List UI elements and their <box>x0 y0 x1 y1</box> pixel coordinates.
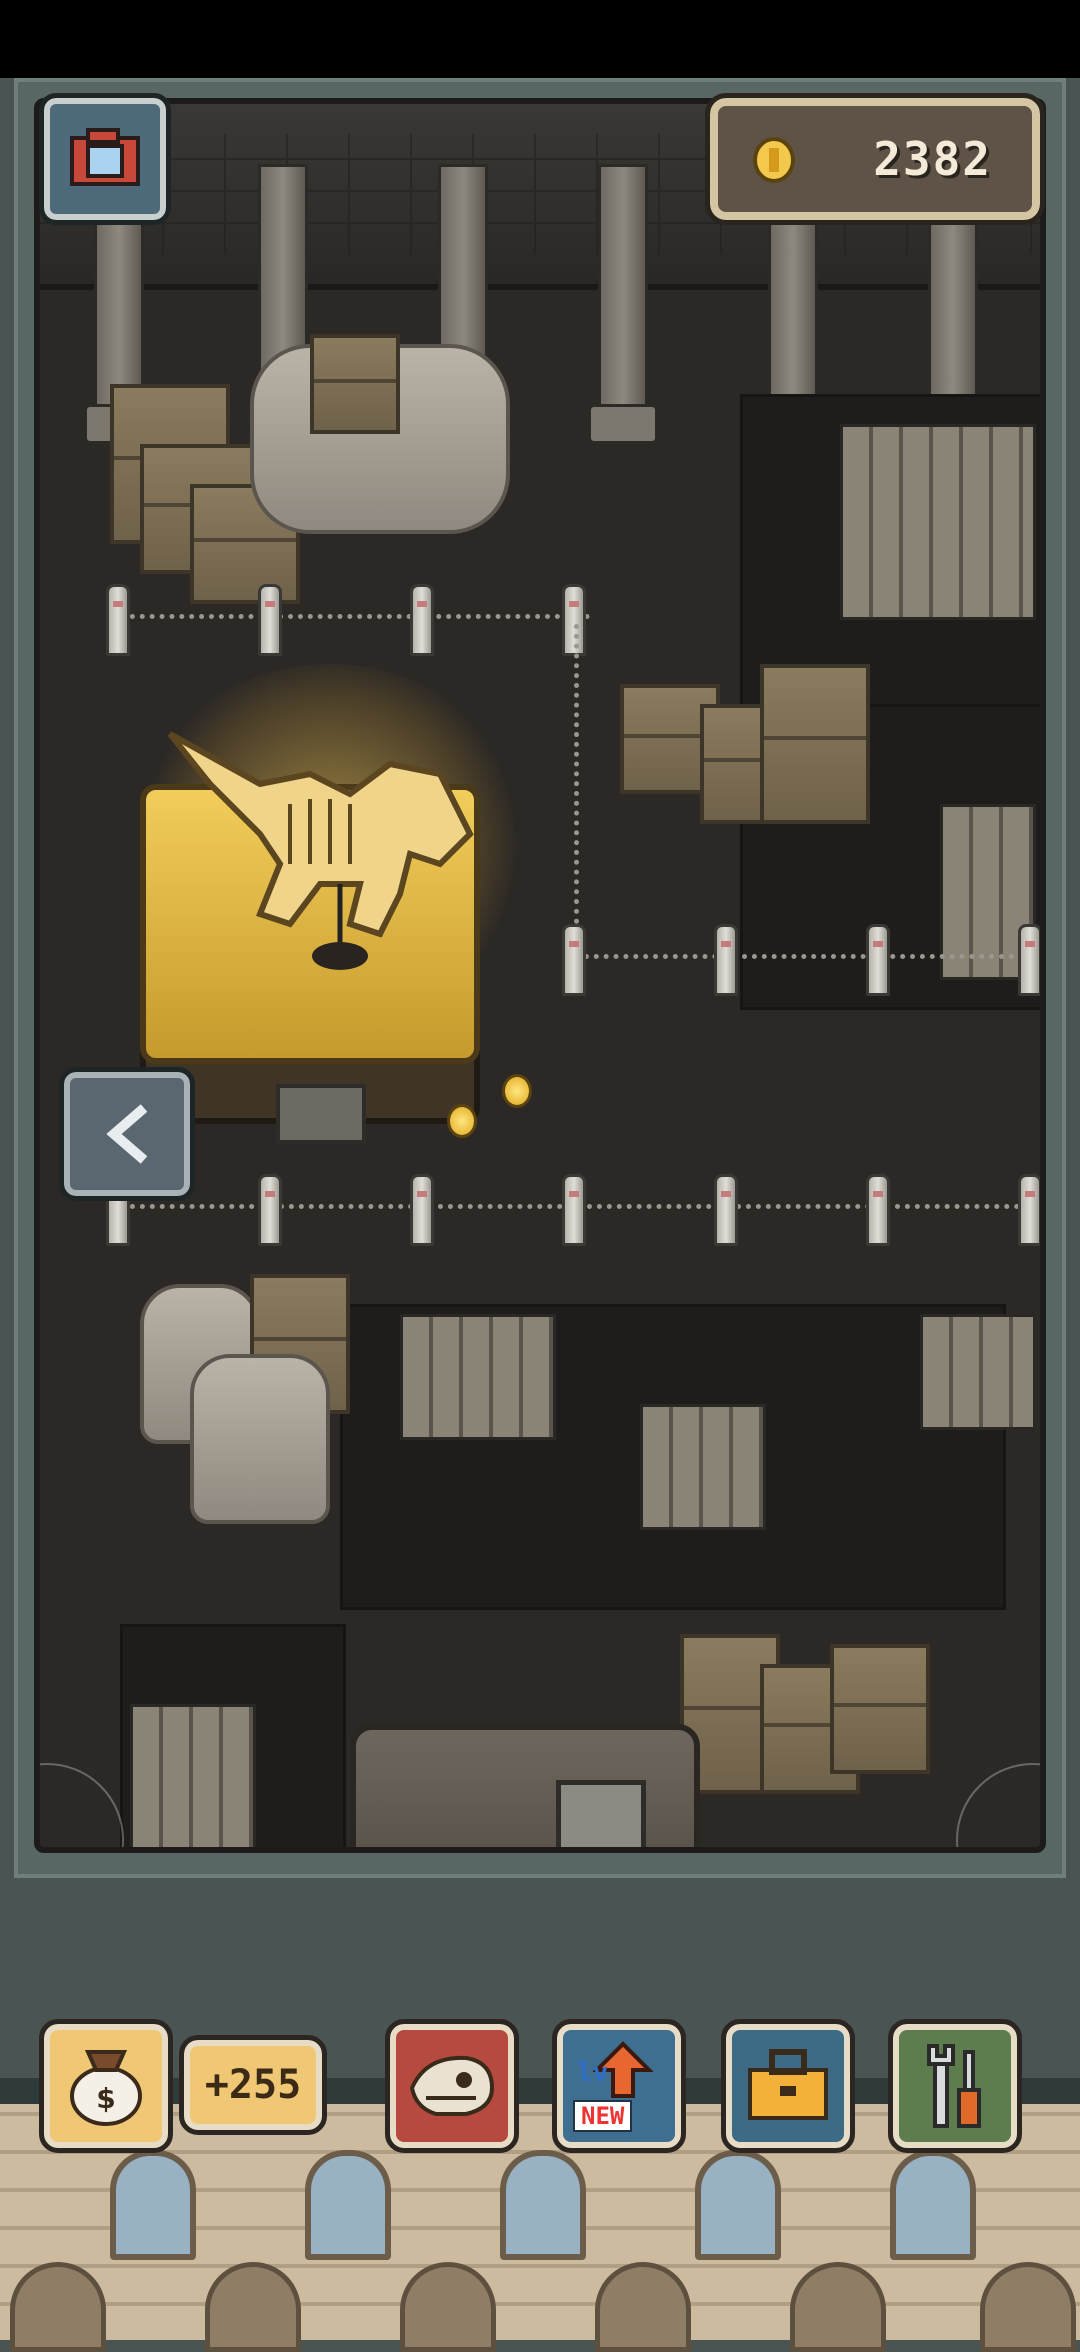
upgrade-button[interactable]: lv NEW <box>552 2019 686 2153</box>
facade-window <box>500 2150 586 2260</box>
stanchion <box>258 584 282 656</box>
stanchion <box>258 1174 282 1246</box>
camera-icon <box>70 128 140 186</box>
facade-arch <box>595 2262 691 2352</box>
facade-arch <box>400 2262 496 2352</box>
floor-planks <box>400 1314 556 1440</box>
exhibit-plaque <box>276 1084 366 1144</box>
rope <box>120 614 590 619</box>
crate <box>760 664 870 824</box>
gold-counter: 2382 <box>705 93 1045 225</box>
floor-planks <box>640 1404 766 1530</box>
gold-amount: 2382 <box>873 132 992 186</box>
floor-planks <box>130 1704 256 1847</box>
facade-window <box>890 2150 976 2260</box>
dino-skull-icon <box>409 2055 495 2116</box>
money-bag-icon: $ <box>70 2050 142 2126</box>
status-bar <box>0 0 1080 78</box>
back-button[interactable] <box>59 1067 195 1201</box>
cobweb <box>40 1763 124 1847</box>
stanchion <box>562 1174 586 1246</box>
facade-arch <box>205 2262 301 2352</box>
facade-window <box>695 2150 781 2260</box>
museum-floor[interactable] <box>34 98 1046 1853</box>
crate <box>830 1644 930 1774</box>
chevron-left-icon <box>106 1104 148 1164</box>
coin-icon <box>753 137 795 183</box>
toolbox-button[interactable] <box>721 2019 855 2153</box>
collect-income-button[interactable]: $ <box>39 2019 173 2153</box>
stanchion <box>866 1174 890 1246</box>
facade-arch <box>980 2262 1076 2352</box>
income-badge[interactable]: +255 <box>179 2035 327 2135</box>
crate <box>310 334 400 434</box>
stanchion <box>106 584 130 656</box>
dinosaur-skeleton-icon[interactable] <box>150 684 490 984</box>
stanchion <box>1018 1174 1040 1246</box>
upgrade-level-tag: lv <box>577 2058 609 2088</box>
tools-button[interactable] <box>888 2019 1022 2153</box>
fossil-collection-button[interactable] <box>385 2019 519 2153</box>
stanchion <box>714 924 738 996</box>
cobweb <box>956 1763 1040 1847</box>
wrench-screwdriver-icon <box>927 2044 981 2128</box>
facade-arch <box>10 2262 106 2352</box>
income-amount: +255 <box>204 2062 302 2108</box>
stanchion <box>562 924 586 996</box>
new-badge: NEW <box>573 2100 633 2132</box>
rope <box>574 624 579 924</box>
facade-window <box>305 2150 391 2260</box>
stanchion <box>410 584 434 656</box>
rope <box>574 954 1040 959</box>
stanchion <box>866 924 890 996</box>
column <box>588 164 658 464</box>
stanchion <box>1018 924 1040 996</box>
coin-icon[interactable] <box>447 1104 477 1138</box>
camera-button[interactable] <box>39 93 171 225</box>
coin-icon[interactable] <box>502 1074 532 1108</box>
floor-planks <box>920 1314 1036 1430</box>
facade-window <box>110 2150 196 2260</box>
svg-text:$: $ <box>96 2082 115 2115</box>
covered-exhibit <box>190 1354 330 1524</box>
stanchion <box>714 1174 738 1246</box>
facade-arch <box>790 2262 886 2352</box>
stanchion <box>410 1174 434 1246</box>
toolbox-icon <box>748 2049 828 2120</box>
stone-table <box>350 1724 700 1847</box>
floor-planks <box>840 424 1036 620</box>
